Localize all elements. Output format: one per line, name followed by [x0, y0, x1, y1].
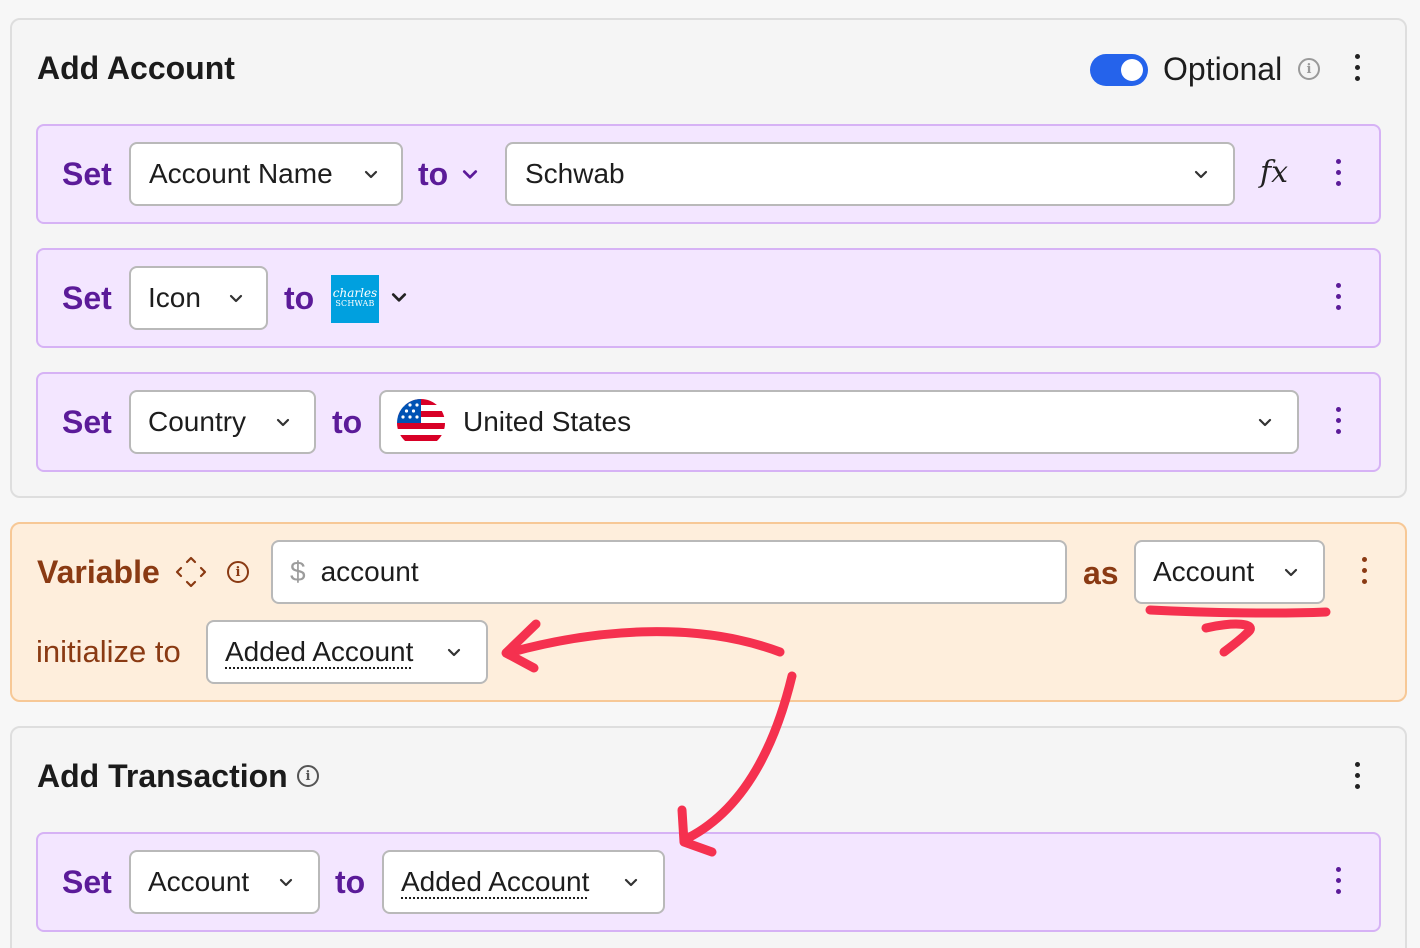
field-select-account[interactable]: Account [129, 850, 320, 914]
add-transaction-menu-icon[interactable] [1353, 762, 1361, 794]
info-icon[interactable]: i [227, 561, 249, 583]
logo-text-schwab: SCHWAB [335, 299, 375, 308]
info-icon[interactable]: i [1298, 58, 1320, 80]
us-flag-icon [397, 399, 445, 447]
chevron-down-icon [624, 878, 638, 887]
row-menu-icon[interactable] [1334, 867, 1342, 899]
field-select-country[interactable]: Country [129, 390, 316, 454]
variable-type-select[interactable]: Account [1134, 540, 1325, 604]
field-select-label: Account [148, 866, 250, 897]
field-select-label: Icon [148, 282, 201, 313]
chevron-down-icon [1258, 418, 1272, 427]
to-label: to [332, 404, 363, 440]
info-icon[interactable]: i [297, 765, 319, 787]
chevron-down-icon [279, 878, 293, 887]
to-label: to [418, 156, 449, 192]
logo-text-charles: charles [332, 286, 378, 300]
value-select-schwab[interactable]: Schwab [505, 142, 1235, 206]
initialize-value: Added Account [225, 636, 414, 667]
charles-schwab-logo[interactable]: charles SCHWAB [331, 275, 379, 323]
chevron-down-icon [1194, 170, 1208, 179]
chevron-down-icon [364, 170, 378, 179]
variable-label: Variable [37, 554, 160, 590]
row-menu-icon[interactable] [1334, 159, 1342, 191]
set-label: Set [62, 864, 112, 900]
chevron-down-icon [1284, 568, 1298, 577]
variable-name-value: account [320, 556, 419, 587]
set-label: Set [62, 156, 112, 192]
chevron-down-icon [276, 418, 290, 427]
variable-menu-icon[interactable] [1360, 557, 1368, 589]
value-select-label: Added Account [401, 866, 590, 897]
value-select-label: Schwab [525, 158, 625, 189]
to-label: to [335, 864, 366, 900]
set-label: Set [62, 404, 112, 440]
initialize-select[interactable]: Added Account [206, 620, 488, 684]
chevron-down-icon [447, 648, 461, 657]
field-select-account-name[interactable]: Account Name [129, 142, 403, 206]
add-account-menu-icon[interactable] [1353, 54, 1361, 86]
row-menu-icon[interactable] [1334, 407, 1342, 439]
add-transaction-title: Add Transaction [37, 758, 288, 794]
icon-chevron-down-icon[interactable] [391, 292, 407, 304]
optional-toggle[interactable] [1090, 54, 1148, 86]
add-account-title: Add Account [37, 50, 235, 86]
chevron-down-icon [229, 294, 243, 303]
field-select-label: Account Name [149, 158, 333, 189]
value-select-country[interactable]: United States [379, 390, 1299, 454]
as-label: as [1083, 555, 1119, 591]
value-select-added-account[interactable]: Added Account [382, 850, 665, 914]
variable-name-input[interactable]: $ account [271, 540, 1067, 604]
variable-type-label: Account [1153, 556, 1255, 587]
optional-label: Optional [1163, 51, 1283, 87]
field-select-icon[interactable]: Icon [129, 266, 268, 330]
value-select-label: United States [463, 406, 632, 437]
dollar-prefix: $ [290, 556, 306, 587]
initialize-label: initialize to [36, 634, 181, 669]
drag-handle-icon[interactable] [174, 555, 208, 589]
to-label: to [284, 280, 315, 316]
set-label: Set [62, 280, 112, 316]
field-select-label: Country [148, 406, 247, 437]
to-chevron-down-icon[interactable] [462, 169, 478, 181]
fx-icon[interactable]: fx [1260, 155, 1288, 190]
row-menu-icon[interactable] [1334, 283, 1342, 315]
toggle-knob [1121, 59, 1143, 81]
